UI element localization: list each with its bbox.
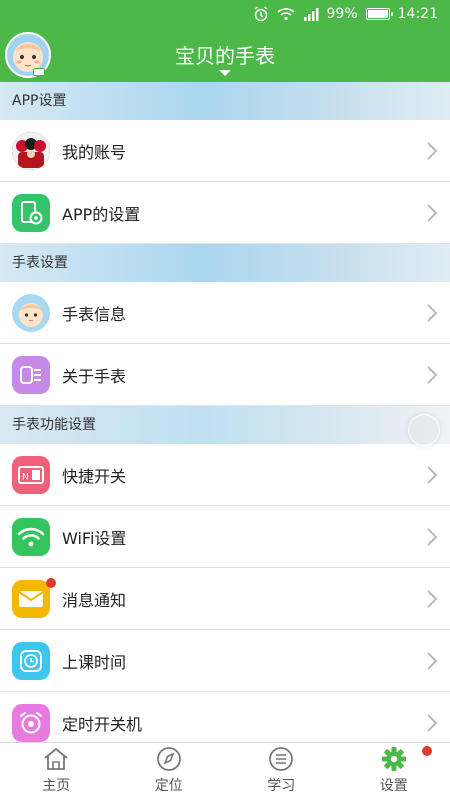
wifi-status-icon [276,7,295,21]
list-item-quick-switch[interactable]: N 快捷开关 [0,444,450,506]
list-item-wifi-settings[interactable]: WiFi设置 [0,506,450,568]
section-header-watch-settings: 手表设置 [0,244,450,282]
unread-dot [46,578,56,588]
section-header-watch-functions: 手表功能设置 [0,406,450,444]
about-watch-icon [12,356,50,394]
list-item-notifications[interactable]: 消息通知 [0,568,450,630]
alarm-clock-icon [12,704,50,742]
nav-label: 主页 [42,778,71,794]
list-item-label: 定时开关机 [62,714,143,734]
bottom-nav: 主页 定位 学习 设置 [0,742,450,800]
chevron-right-icon [427,652,438,670]
settings-list: APP设置 我的账号 APP的设置 手表设置 手表信息 关于手表 手表功能设置 … [0,82,450,754]
list-item-my-account[interactable]: 我的账号 [0,120,450,182]
nav-label: 定位 [154,778,183,794]
list-item-class-time[interactable]: 上课时间 [0,630,450,692]
list-item-label: 上课时间 [62,652,127,672]
status-bar: 99% 14:21 [0,0,450,28]
list-item-label: APP的设置 [62,204,141,224]
study-icon [269,747,294,771]
class-time-icon [12,642,50,680]
home-icon [44,747,68,770]
battery-icon [365,8,393,20]
wifi-icon [12,518,50,556]
chevron-right-icon [427,714,438,732]
list-item-label: 快捷开关 [62,466,127,486]
nav-study[interactable]: 学习 [225,743,338,800]
battery-percent: 99% [326,6,358,22]
chevron-right-icon [427,528,438,546]
chevron-right-icon [427,466,438,484]
section-header-app-settings: APP设置 [0,82,450,120]
list-item-label: 我的账号 [62,142,127,162]
list-item-watch-info[interactable]: 手表信息 [0,282,450,344]
nav-label: 设置 [379,778,408,794]
list-item-about-watch[interactable]: 关于手表 [0,344,450,406]
chevron-right-icon [427,304,438,322]
dropdown-caret-icon[interactable] [219,70,231,76]
signal-icon [303,7,319,21]
screen: 99% 14:21 宝贝的手表 APP设置 我的账号 APP的设置 手表设置 手… [0,0,450,800]
account-avatar-icon [12,132,50,170]
settings-badge-dot [421,746,432,756]
app-settings-icon [12,194,50,232]
clock: 14:21 [397,6,438,22]
list-item-label: 手表信息 [62,304,127,324]
list-item-label: WiFi设置 [62,528,127,548]
chevron-right-icon [427,204,438,222]
page-title[interactable]: 宝贝的手表 [0,40,450,69]
app-header: 宝贝的手表 [0,28,450,82]
list-item-label: 消息通知 [62,590,127,610]
watch-info-icon [12,294,50,332]
chevron-right-icon [427,590,438,608]
list-item-label: 关于手表 [62,366,127,386]
nav-settings[interactable]: 设置 [338,743,450,800]
watch-battery-badge [33,68,45,76]
nav-home[interactable]: 主页 [0,743,113,800]
mail-icon [12,580,50,618]
nav-location[interactable]: 定位 [113,743,226,800]
list-item-app-settings[interactable]: APP的设置 [0,182,450,244]
nav-label: 学习 [267,778,296,794]
quick-switch-icon: N [12,456,50,494]
compass-icon [156,747,181,771]
gear-icon [381,747,406,771]
alarm-icon [253,6,269,22]
floating-assist-button[interactable] [408,414,440,446]
chevron-right-icon [427,142,438,160]
svg-text:N: N [22,473,29,483]
chevron-right-icon [427,366,438,384]
